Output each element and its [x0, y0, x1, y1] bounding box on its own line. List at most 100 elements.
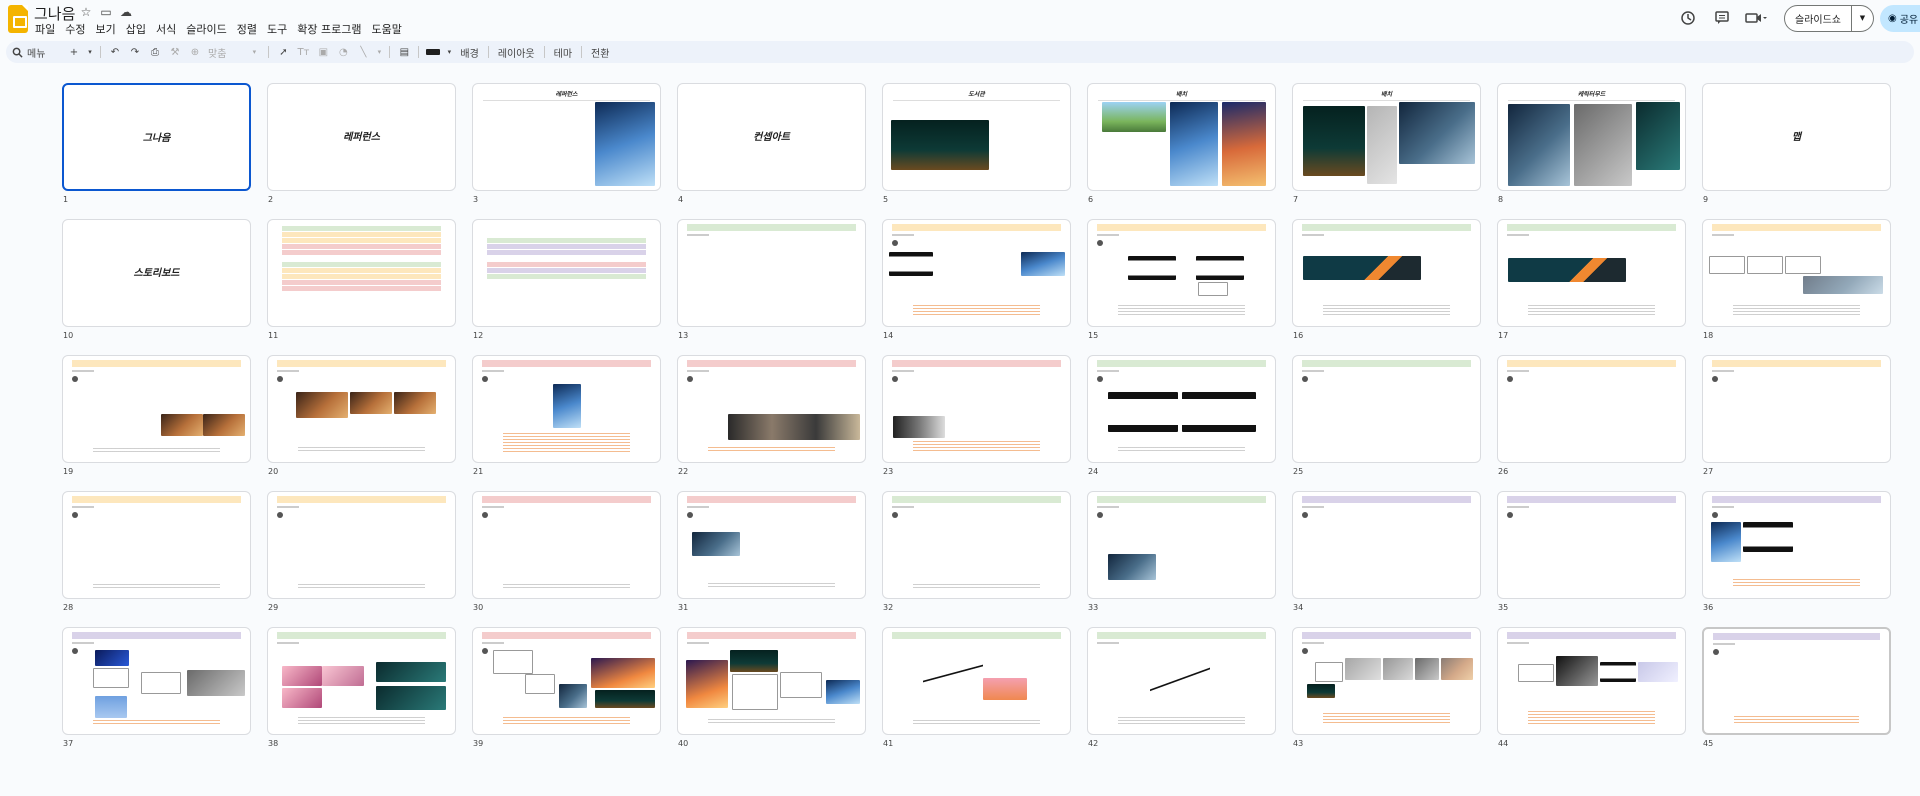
print-icon[interactable]: ⎙ — [148, 43, 162, 61]
line-dropdown-icon[interactable]: ▾ — [376, 43, 382, 61]
slide-thumbnail[interactable]: 24 — [1087, 355, 1279, 476]
slide-thumbnail[interactable]: 42 — [1087, 627, 1279, 748]
transition-button[interactable]: 전환 — [591, 45, 609, 60]
slide-preview[interactable]: 그나음 — [62, 83, 251, 191]
menu-edit[interactable]: 수정 — [60, 21, 90, 37]
slide-thumbnail[interactable]: 22 — [677, 355, 869, 476]
background-button[interactable]: 배경 — [460, 45, 478, 60]
menu-insert[interactable]: 삽입 — [121, 21, 151, 37]
slide-preview[interactable] — [472, 219, 661, 327]
slide-preview[interactable] — [1292, 491, 1481, 599]
slide-preview[interactable] — [62, 627, 251, 735]
slide-thumbnail[interactable]: 12 — [472, 219, 664, 340]
menu-search[interactable]: 메뉴 — [12, 45, 58, 60]
slide-thumbnail[interactable]: 스토리보드 10 — [62, 219, 254, 340]
slide-preview[interactable]: 배치 — [1292, 83, 1481, 191]
slide-thumbnail[interactable]: 34 — [1292, 491, 1484, 612]
slide-preview[interactable] — [472, 355, 661, 463]
slide-thumbnail[interactable]: 43 — [1292, 627, 1484, 748]
slide-preview[interactable]: 컨셉아트 — [677, 83, 866, 191]
slide-thumbnail[interactable]: 37 — [62, 627, 254, 748]
slide-preview[interactable] — [62, 355, 251, 463]
slide-preview[interactable] — [1497, 355, 1686, 463]
version-history-icon[interactable] — [1674, 4, 1702, 32]
slide-preview[interactable]: 도서관 — [882, 83, 1071, 191]
slide-thumbnail[interactable]: 20 — [267, 355, 459, 476]
slide-thumbnail[interactable]: 28 — [62, 491, 254, 612]
slide-thumbnail[interactable]: 40 — [677, 627, 869, 748]
slide-preview[interactable] — [1087, 627, 1276, 735]
slide-preview[interactable] — [472, 627, 661, 735]
slide-thumbnail[interactable]: 41 — [882, 627, 1074, 748]
slide-preview[interactable] — [1702, 355, 1891, 463]
paint-format-icon[interactable]: ⚒ — [168, 43, 182, 61]
slide-thumbnail[interactable]: 캐릭터무드 8 — [1497, 83, 1689, 204]
slide-preview[interactable]: 배치 — [1087, 83, 1276, 191]
slide-thumbnail[interactable]: 15 — [1087, 219, 1279, 340]
comments-icon[interactable] — [1708, 4, 1736, 32]
slide-preview[interactable] — [882, 355, 1071, 463]
slide-thumbnail[interactable]: 32 — [882, 491, 1074, 612]
background-color-picker[interactable] — [426, 43, 441, 61]
slide-thumbnail[interactable]: 컨셉아트 4 — [677, 83, 869, 204]
slide-preview[interactable] — [1292, 219, 1481, 327]
slide-preview[interactable] — [472, 491, 661, 599]
slide-thumbnail[interactable]: 배치 6 — [1087, 83, 1279, 204]
slide-preview[interactable] — [1087, 491, 1276, 599]
menu-file[interactable]: 파일 — [30, 21, 60, 37]
slide-preview[interactable] — [62, 491, 251, 599]
text-box-icon[interactable]: Tт — [296, 43, 310, 61]
shape-icon[interactable]: ◔ — [336, 43, 350, 61]
slide-preview[interactable] — [1702, 627, 1891, 735]
menu-help[interactable]: 도움말 — [366, 21, 406, 37]
slide-thumbnail[interactable]: 그나음 1 — [62, 83, 254, 204]
slides-logo-icon[interactable] — [8, 5, 28, 33]
slide-preview[interactable] — [677, 627, 866, 735]
slide-preview[interactable] — [882, 219, 1071, 327]
image-icon[interactable]: ▣ — [316, 43, 330, 61]
slide-preview[interactable] — [1087, 355, 1276, 463]
undo-icon[interactable]: ↶ — [108, 43, 122, 61]
slide-preview[interactable]: 맵 — [1702, 83, 1891, 191]
slide-thumbnail[interactable]: 18 — [1702, 219, 1894, 340]
slide-thumbnail[interactable]: 배치 7 — [1292, 83, 1484, 204]
share-button[interactable]: ◉ 공유 — [1880, 4, 1920, 32]
slide-preview[interactable] — [267, 627, 456, 735]
slide-thumbnail[interactable]: 레퍼런스 2 — [267, 83, 459, 204]
slide-thumbnail[interactable]: 25 — [1292, 355, 1484, 476]
new-slide-icon[interactable]: + — [67, 43, 81, 61]
slide-preview[interactable] — [1702, 491, 1891, 599]
slide-thumbnail[interactable]: 26 — [1497, 355, 1689, 476]
slideshow-button[interactable]: 슬라이드쇼 — [1784, 4, 1852, 32]
slide-preview[interactable] — [677, 219, 866, 327]
slide-preview[interactable] — [1087, 219, 1276, 327]
slide-thumbnail[interactable]: 21 — [472, 355, 664, 476]
select-cursor-icon[interactable]: ➚ — [276, 43, 290, 61]
slide-thumbnail[interactable]: 45 — [1702, 627, 1894, 748]
slide-thumbnail[interactable]: 16 — [1292, 219, 1484, 340]
cloud-status-icon[interactable]: ☁ — [118, 4, 134, 20]
slide-preview[interactable] — [267, 355, 456, 463]
slide-thumbnail[interactable]: 도서관 5 — [882, 83, 1074, 204]
slide-thumbnail[interactable]: 36 — [1702, 491, 1894, 612]
slide-thumbnail[interactable]: 44 — [1497, 627, 1689, 748]
menu-tools[interactable]: 도구 — [262, 21, 292, 37]
slide-preview[interactable] — [1497, 491, 1686, 599]
slide-thumbnail[interactable]: 17 — [1497, 219, 1689, 340]
slide-thumbnail[interactable]: 11 — [267, 219, 459, 340]
star-icon[interactable]: ☆ — [78, 4, 94, 20]
slide-thumbnail[interactable]: 13 — [677, 219, 869, 340]
menu-format[interactable]: 서식 — [151, 21, 181, 37]
slide-thumbnail[interactable]: 33 — [1087, 491, 1279, 612]
slide-thumbnail[interactable]: 27 — [1702, 355, 1894, 476]
slide-preview[interactable] — [882, 627, 1071, 735]
layout-button[interactable]: 레이아웃 — [498, 45, 535, 60]
slide-thumbnail[interactable]: 39 — [472, 627, 664, 748]
move-folder-icon[interactable]: ▭ — [98, 4, 114, 20]
menu-arrange[interactable]: 정렬 — [232, 21, 262, 37]
redo-icon[interactable]: ↷ — [128, 43, 142, 61]
slide-preview[interactable] — [1497, 627, 1686, 735]
add-comment-icon[interactable]: ▤ — [397, 43, 411, 61]
slide-thumbnail[interactable]: 35 — [1497, 491, 1689, 612]
slide-preview[interactable]: 스토리보드 — [62, 219, 251, 327]
